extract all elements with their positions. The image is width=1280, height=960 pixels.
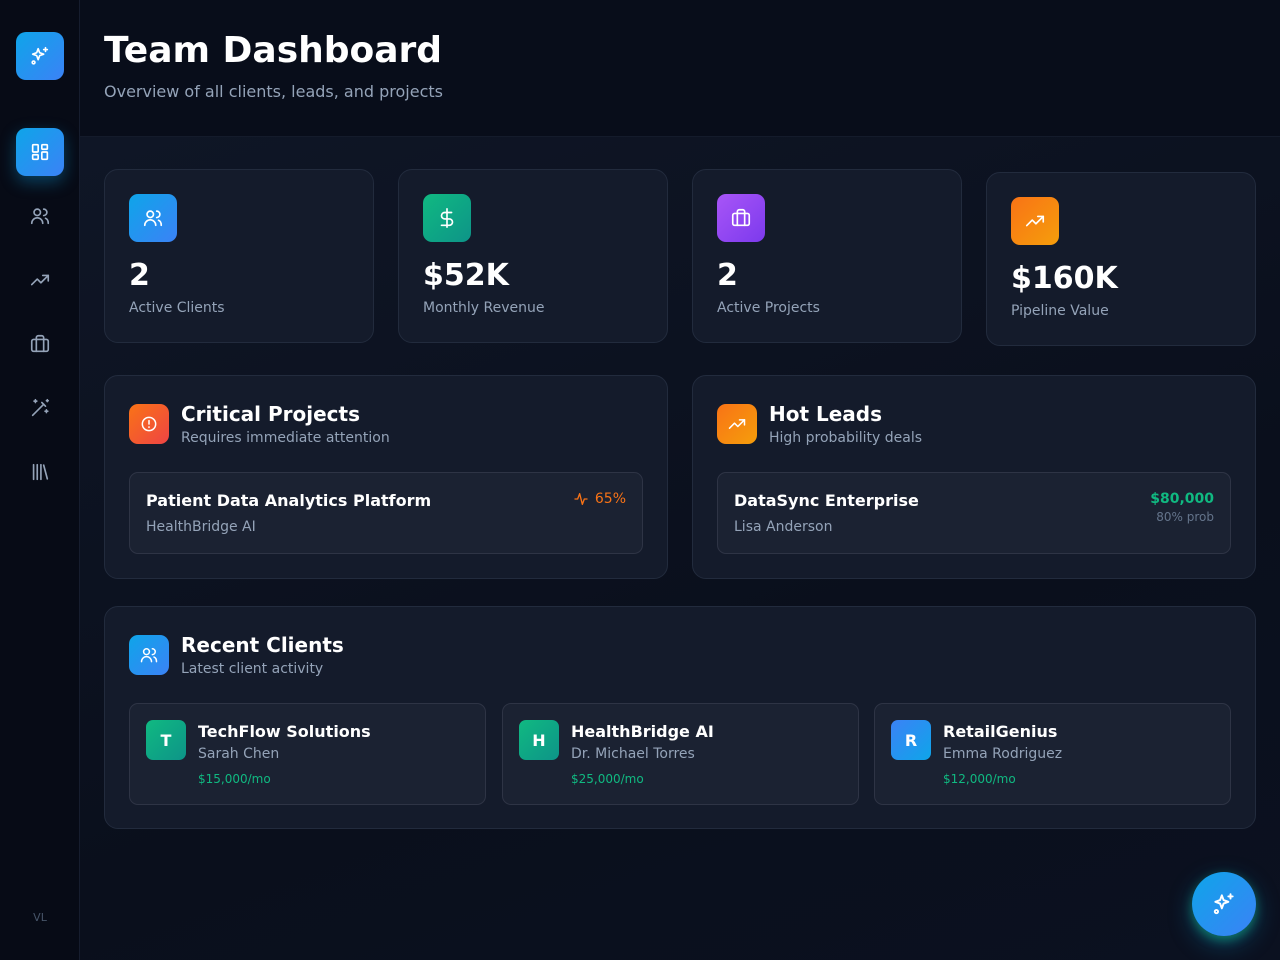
client-card[interactable]: R RetailGenius Emma Rodriguez $12,000/mo [874, 703, 1231, 805]
briefcase-icon [731, 208, 751, 227]
stat-label: Pipeline Value [1011, 303, 1109, 319]
users-icon [30, 208, 50, 225]
stat-card-pipeline-value[interactable]: $160K Pipeline Value [986, 172, 1256, 346]
page-header: Team Dashboard Overview of all clients, … [80, 0, 1280, 137]
stat-icon-wrapper [129, 194, 177, 242]
stat-value: 2 [129, 258, 150, 293]
client-name: TechFlow Solutions [198, 722, 371, 741]
critical-projects-panel: Critical Projects Requires immediate att… [104, 375, 668, 579]
ai-assistant-button[interactable] [1192, 872, 1256, 936]
library-icon [32, 463, 49, 481]
client-avatar: R [891, 720, 931, 760]
client-avatar: H [519, 720, 559, 760]
client-card[interactable]: T TechFlow Solutions Sarah Chen $15,000/… [129, 703, 486, 805]
users-icon [140, 648, 158, 663]
section-title: Hot Leads [769, 402, 883, 426]
section-icon-wrapper [129, 635, 169, 675]
stat-card-monthly-revenue[interactable]: $52K Monthly Revenue [398, 169, 668, 343]
stat-card-active-clients[interactable]: 2 Active Clients [104, 169, 374, 343]
dashboard-icon [31, 143, 49, 161]
section-title: Recent Clients [181, 633, 344, 657]
client-avatar: T [146, 720, 186, 760]
sparkles-icon [1213, 893, 1234, 915]
client-contact: Dr. Michael Torres [571, 746, 695, 762]
hot-leads-panel: Hot Leads High probability deals DataSyn… [692, 375, 1256, 579]
project-name: Patient Data Analytics Platform [146, 491, 432, 510]
lead-value: $80,000 [1150, 491, 1214, 507]
app-logo[interactable] [16, 32, 64, 80]
nav-library[interactable] [16, 448, 64, 496]
client-contact: Emma Rodriguez [943, 746, 1063, 762]
client-revenue: $15,000/mo [198, 772, 271, 786]
users-icon [143, 210, 163, 227]
nav-ai-tools[interactable] [16, 384, 64, 432]
client-contact: Sarah Chen [198, 746, 280, 762]
stat-card-active-projects[interactable]: 2 Active Projects [692, 169, 962, 343]
stat-icon-wrapper [423, 194, 471, 242]
nav-leads[interactable] [16, 256, 64, 304]
trending-up-icon [30, 274, 50, 286]
stat-label: Monthly Revenue [423, 300, 545, 316]
nav-dashboard[interactable] [16, 128, 64, 176]
user-initials: VL [33, 911, 47, 924]
stat-value: $52K [423, 258, 509, 293]
progress-value: 65% [594, 491, 626, 507]
trending-up-icon [728, 419, 746, 429]
client-card[interactable]: H HealthBridge AI Dr. Michael Torres $25… [502, 703, 859, 805]
section-title: Critical Projects [181, 402, 360, 426]
client-revenue: $12,000/mo [943, 772, 1016, 786]
lead-name: DataSync Enterprise [734, 491, 919, 510]
client-revenue: $25,000/mo [571, 772, 644, 786]
section-icon-wrapper [717, 404, 757, 444]
dollar-icon [440, 208, 454, 228]
project-client: HealthBridge AI [146, 519, 256, 535]
project-progress: 65% [573, 491, 626, 507]
client-name: RetailGenius [943, 722, 1058, 741]
page-title: Team Dashboard [104, 30, 443, 71]
page-subtitle: Overview of all clients, leads, and proj… [104, 82, 443, 101]
magic-wand-icon [31, 398, 50, 417]
section-subtitle: Requires immediate attention [181, 430, 390, 446]
stat-value: $160K [1011, 261, 1118, 296]
briefcase-icon [30, 334, 50, 353]
nav-clients[interactable] [16, 192, 64, 240]
stat-icon-wrapper [717, 194, 765, 242]
section-subtitle: High probability deals [769, 430, 923, 446]
lead-probability: 80% prob [1156, 510, 1214, 524]
lead-item[interactable]: DataSync Enterprise Lisa Anderson $80,00… [717, 472, 1231, 554]
activity-icon [574, 493, 588, 505]
project-item[interactable]: Patient Data Analytics Platform HealthBr… [129, 472, 643, 554]
sparkles-icon [31, 46, 49, 65]
section-subtitle: Latest client activity [181, 661, 324, 677]
lead-contact: Lisa Anderson [734, 519, 833, 535]
section-icon-wrapper [129, 404, 169, 444]
recent-clients-panel: Recent Clients Latest client activity T … [104, 606, 1256, 829]
nav-projects[interactable] [16, 320, 64, 368]
stat-label: Active Projects [717, 300, 820, 316]
stat-label: Active Clients [129, 300, 225, 316]
stat-icon-wrapper [1011, 197, 1059, 245]
sidebar: VL [0, 0, 80, 960]
client-name: HealthBridge AI [571, 722, 714, 741]
trending-up-icon [1025, 215, 1045, 227]
alert-circle-icon [141, 416, 157, 432]
stat-value: 2 [717, 258, 738, 293]
